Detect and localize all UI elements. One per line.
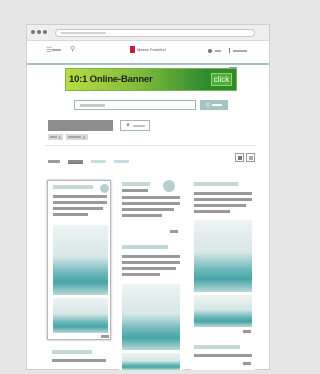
result-card[interactable]	[47, 347, 111, 369]
filter-chip[interactable]: ✕	[66, 134, 88, 140]
logo-mark-icon	[130, 46, 135, 53]
card-text	[53, 195, 107, 198]
menu-label[interactable]	[52, 49, 61, 51]
search-input[interactable]	[74, 100, 196, 110]
search-icon[interactable]: ⚲	[70, 45, 75, 53]
banner-text: 10:1 Online-Banner	[66, 69, 207, 90]
window-dot[interactable]	[43, 30, 47, 34]
section-divider	[45, 145, 256, 146]
filter-icon: ▼	[125, 122, 131, 129]
card-avatar	[100, 184, 109, 193]
card-text	[53, 213, 88, 216]
card-title	[194, 182, 238, 186]
user-icon[interactable]	[208, 48, 212, 53]
card-text	[122, 208, 174, 211]
card-title	[53, 185, 93, 189]
list-icon	[248, 155, 253, 160]
window-dot[interactable]	[37, 30, 41, 34]
card-text	[53, 201, 107, 204]
result-card[interactable]	[119, 180, 183, 237]
language-switch[interactable]	[215, 49, 221, 52]
card-text	[122, 267, 176, 270]
card-text	[194, 354, 252, 357]
list-view-button[interactable]	[246, 153, 255, 162]
card-text	[122, 273, 160, 276]
card-text	[52, 359, 106, 362]
card-title	[122, 182, 150, 186]
tab-all[interactable]	[48, 160, 60, 163]
result-count-heading	[48, 120, 113, 131]
search-icon: ⚲	[205, 102, 211, 109]
card-text	[194, 198, 252, 201]
result-card[interactable]	[191, 342, 255, 370]
card-text	[194, 192, 252, 195]
card-image[interactable]	[194, 295, 252, 327]
card-text	[122, 189, 148, 192]
filter-label	[132, 124, 145, 127]
card-title	[122, 245, 168, 249]
card-avatar	[163, 180, 175, 192]
card-meta	[243, 362, 251, 365]
card-image[interactable]	[194, 220, 252, 292]
card-image[interactable]	[53, 298, 108, 333]
card-meta	[243, 330, 251, 333]
tab-active[interactable]	[68, 160, 83, 164]
card-meta	[101, 335, 109, 338]
header-divider	[229, 48, 230, 53]
logo-text: Messe Frankfurt	[137, 47, 166, 52]
browser-titlebar	[27, 25, 269, 41]
card-text	[122, 214, 162, 217]
login-link[interactable]	[233, 49, 247, 52]
address-text	[61, 32, 106, 34]
card-image[interactable]	[122, 353, 180, 370]
tab-fourth[interactable]	[114, 160, 129, 163]
card-title	[52, 350, 92, 354]
search-button-label	[212, 104, 223, 106]
banner-click-label: click	[210, 73, 233, 86]
card-image[interactable]	[53, 225, 108, 295]
ad-marker	[229, 67, 237, 69]
window-dot[interactable]	[31, 30, 35, 34]
card-title	[194, 345, 240, 349]
filter-chip[interactable]: ✕	[48, 134, 64, 140]
search-button[interactable]: ⚲	[200, 100, 228, 110]
result-tabs	[48, 160, 129, 164]
close-icon[interactable]: ✕	[58, 135, 61, 140]
card-text	[122, 196, 180, 199]
close-icon[interactable]: ✕	[82, 135, 85, 140]
banner-click-button[interactable]: click	[207, 69, 236, 90]
active-filters: ✕ ✕	[48, 134, 88, 140]
site-logo[interactable]: Messe Frankfurt	[130, 46, 166, 53]
chip-label	[68, 136, 82, 138]
header-accent-line	[27, 63, 269, 65]
card-text	[194, 204, 246, 207]
card-meta	[170, 230, 178, 233]
card-text	[122, 255, 180, 258]
browser-window: ☰ ⚲ Messe Frankfurt 10:1 Online-Banner c…	[26, 24, 270, 370]
filter-button[interactable]: ▼	[120, 120, 150, 131]
site-header: ☰ ⚲ Messe Frankfurt	[27, 41, 269, 63]
card-text	[53, 207, 103, 210]
chip-label	[50, 136, 57, 138]
result-card[interactable]	[119, 242, 183, 370]
card-image[interactable]	[122, 284, 180, 350]
search-placeholder	[80, 104, 105, 107]
result-card[interactable]	[47, 180, 111, 340]
card-text	[194, 210, 230, 213]
card-text	[122, 261, 180, 264]
tab-third[interactable]	[91, 160, 106, 163]
header-actions	[208, 48, 247, 53]
card-text	[122, 202, 180, 205]
address-bar[interactable]	[55, 29, 255, 37]
result-card[interactable]	[191, 180, 255, 340]
grid-icon	[237, 155, 242, 160]
ad-banner[interactable]: 10:1 Online-Banner click	[65, 68, 237, 91]
grid-view-button[interactable]	[235, 153, 244, 162]
window-controls	[31, 30, 47, 34]
